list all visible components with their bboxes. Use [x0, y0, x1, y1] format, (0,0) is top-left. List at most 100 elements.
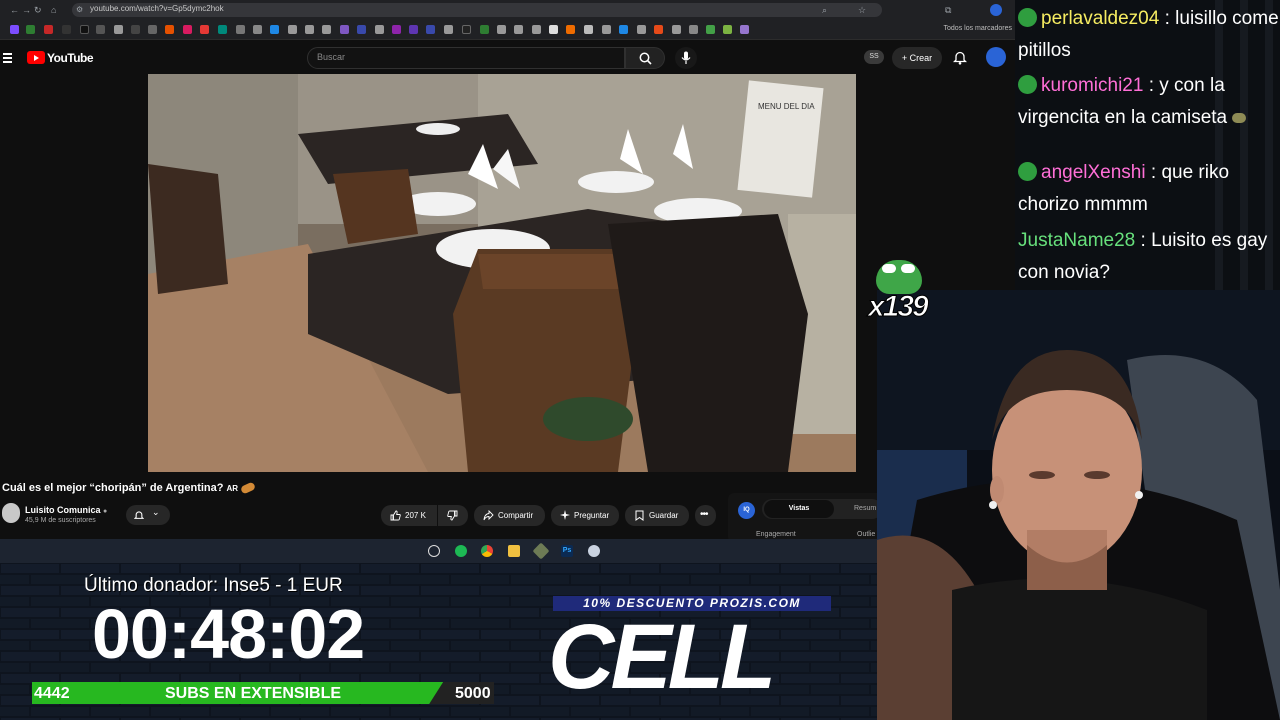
- tab-vistas[interactable]: Vistas: [764, 500, 834, 518]
- bookmark-icon[interactable]: [236, 25, 245, 34]
- extension-badge[interactable]: SS: [864, 50, 884, 64]
- spotify-icon[interactable]: [455, 545, 467, 557]
- like-button[interactable]: 207 K: [381, 505, 437, 526]
- gmail-icon[interactable]: [44, 25, 53, 34]
- bookmark-icon[interactable]: [131, 25, 140, 34]
- bookmark-icon[interactable]: [218, 25, 227, 34]
- extensions-icon[interactable]: ⧉: [945, 4, 951, 16]
- more-actions-button[interactable]: •••: [695, 505, 716, 526]
- folder-icon[interactable]: [508, 545, 520, 557]
- os-taskbar: Ps: [0, 539, 877, 563]
- app-icon[interactable]: [588, 545, 600, 557]
- share-button[interactable]: Compartir: [474, 505, 545, 526]
- chat-message: JustaName28 : Luisito es gay con novia?: [1018, 230, 1268, 283]
- dislike-button[interactable]: [438, 505, 468, 526]
- frog-eye: [882, 264, 896, 273]
- chat-message: kuromichi21 : y con la virgencita en la …: [1018, 70, 1280, 134]
- start-icon[interactable]: [428, 545, 440, 557]
- ask-button[interactable]: Preguntar: [551, 505, 619, 526]
- ask-label: Preguntar: [574, 511, 610, 520]
- photoshop-icon[interactable]: Ps: [561, 545, 573, 557]
- bookmark-icon[interactable]: [26, 25, 35, 34]
- more-dots-icon: •••: [700, 509, 708, 520]
- bookmark-icon[interactable]: [305, 25, 314, 34]
- bookmark-icon[interactable]: [462, 25, 471, 34]
- bookmark-icon[interactable]: [549, 25, 558, 34]
- bookmark-icon[interactable]: [740, 25, 749, 34]
- save-button[interactable]: Guardar: [625, 505, 689, 526]
- bookmark-icon[interactable]: [375, 25, 384, 34]
- bookmark-icon[interactable]: [270, 25, 279, 34]
- bookmark-icon[interactable]: [497, 25, 506, 34]
- create-button[interactable]: + Crear: [892, 47, 942, 69]
- chat-username[interactable]: angelXenshi: [1041, 162, 1146, 183]
- all-bookmarks-folder[interactable]: Todos los marcadores: [944, 25, 1012, 32]
- address-bar[interactable]: ⚙ youtube.com/watch?v=Gp5dymc2hok: [72, 3, 882, 17]
- bookmark-icon[interactable]: [409, 25, 418, 34]
- channel-avatar[interactable]: [2, 503, 20, 523]
- search-input[interactable]: Buscar: [307, 47, 625, 69]
- bookmark-icon[interactable]: [426, 25, 435, 34]
- youtube-logo-icon[interactable]: [27, 51, 45, 64]
- tab-resumen[interactable]: Resum: [854, 505, 876, 512]
- profile-icon[interactable]: [990, 4, 1002, 16]
- youtube-logo-text[interactable]: YouTube: [47, 51, 94, 65]
- bookmark-icon[interactable]: [619, 25, 628, 34]
- instagram-icon[interactable]: [183, 25, 192, 34]
- reload-icon[interactable]: ↻: [34, 4, 42, 16]
- bookmark-icon[interactable]: [96, 25, 105, 34]
- bookmark-icon[interactable]: [148, 25, 157, 34]
- tiktok-icon[interactable]: [80, 25, 89, 34]
- chat-badge-icon: [1018, 162, 1037, 181]
- zoom-icon[interactable]: ⌕: [822, 4, 827, 16]
- app-icon[interactable]: [532, 542, 550, 560]
- chat-message: perlavaldez04 : luisillo come pitillos: [1018, 8, 1279, 61]
- chat-badge-icon: [1018, 75, 1037, 94]
- bookmark-star-icon[interactable]: ☆: [858, 4, 866, 16]
- back-icon[interactable]: ←: [10, 4, 19, 16]
- bookmark-icon[interactable]: [200, 25, 209, 34]
- bookmark-icon[interactable]: [602, 25, 611, 34]
- bookmark-icon[interactable]: [253, 25, 262, 34]
- choripan-emoji-icon: [240, 481, 257, 495]
- channel-name[interactable]: Luisito Comunica ●: [25, 505, 107, 515]
- bookmark-icon[interactable]: [672, 25, 681, 34]
- bookmark-icon[interactable]: [584, 25, 593, 34]
- video-player[interactable]: MENU DEL DIA: [148, 74, 856, 472]
- account-avatar[interactable]: [986, 47, 1006, 67]
- bookmark-icon[interactable]: [532, 25, 541, 34]
- bookmark-icon[interactable]: [637, 25, 646, 34]
- bookmark-icon[interactable]: [706, 25, 715, 34]
- bookmark-icon[interactable]: [322, 25, 331, 34]
- voice-search-button[interactable]: [675, 47, 697, 69]
- bookmark-icon[interactable]: [514, 25, 523, 34]
- bookmark-icon[interactable]: [114, 25, 123, 34]
- search-button[interactable]: [625, 47, 665, 69]
- bookmark-icon[interactable]: [654, 25, 663, 34]
- chat-username[interactable]: kuromichi21: [1041, 75, 1143, 96]
- extension-iq-icon[interactable]: IQ: [738, 502, 755, 519]
- bookmark-icon[interactable]: [357, 25, 366, 34]
- bookmark-icon[interactable]: [444, 25, 453, 34]
- forward-icon[interactable]: →: [22, 4, 31, 16]
- verified-badge-icon: ●: [103, 508, 108, 515]
- bookmark-icon[interactable]: [392, 25, 401, 34]
- bookmark-icon[interactable]: [689, 25, 698, 34]
- bookmark-icon[interactable]: [340, 25, 349, 34]
- bookmark-icon[interactable]: [165, 25, 174, 34]
- chat-username[interactable]: perlavaldez04: [1041, 8, 1159, 29]
- bookmark-icon[interactable]: [10, 25, 19, 34]
- site-info-icon[interactable]: ⚙: [76, 4, 83, 16]
- chat-username[interactable]: JustaName28: [1018, 230, 1135, 251]
- bookmark-icon[interactable]: [288, 25, 297, 34]
- chrome-icon[interactable]: [481, 545, 493, 557]
- notifications-bell-icon[interactable]: [953, 50, 967, 65]
- thumbs-down-icon: [447, 510, 458, 521]
- bookmark-icon[interactable]: [723, 25, 732, 34]
- bookmark-icon[interactable]: [566, 25, 575, 34]
- home-icon[interactable]: ⌂: [51, 4, 56, 16]
- subscribed-notifications-button[interactable]: ⌄: [126, 505, 170, 525]
- menu-icon[interactable]: [3, 53, 12, 63]
- bookmark-icon[interactable]: [480, 25, 489, 34]
- x-icon[interactable]: [62, 25, 71, 34]
